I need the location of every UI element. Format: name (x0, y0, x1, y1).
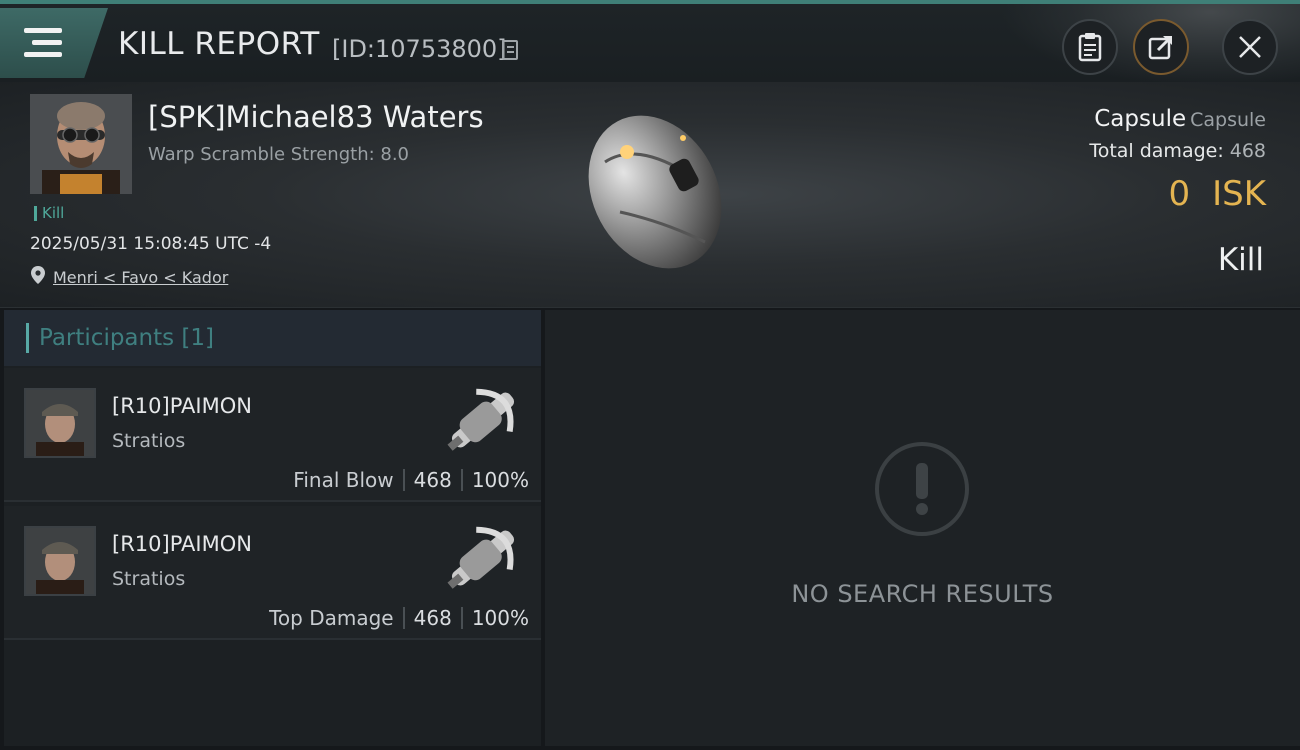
location-pin-icon (31, 266, 45, 284)
total-damage-label: Total damage: (1089, 140, 1224, 162)
participant-portrait-image (26, 390, 94, 456)
victim-name[interactable]: [SPK]Michael83 Waters (148, 100, 484, 134)
top-bar: KILL REPORT [ID:10753800] (0, 0, 1300, 86)
victim-subtitle: Warp Scramble Strength: 8.0 (148, 144, 410, 165)
page-title: KILL REPORT (118, 26, 320, 62)
participant-avatar[interactable] (24, 526, 96, 596)
victim-ship-name: Capsule (1094, 106, 1187, 132)
total-damage: Total damage: 468 (1089, 140, 1266, 162)
clipboard-icon (1078, 33, 1102, 62)
empty-state-badge (875, 442, 969, 536)
participant-ship: Stratios (112, 430, 186, 452)
participant-stats: Final Blow 468 100% (293, 468, 529, 492)
participant-damage: 468 (413, 606, 452, 630)
participants-header-label: Participants [1] (39, 325, 214, 351)
report-id: [ID:10753800] (332, 35, 507, 63)
isk-amount: 0 (1168, 174, 1191, 214)
victim-ship: Capsule Capsule (1094, 106, 1266, 132)
alert-icon (916, 463, 928, 515)
participant-role: Top Damage (269, 606, 394, 630)
participant-stats: Top Damage 468 100% (269, 606, 529, 630)
isk-value: 0 ISK (1168, 174, 1266, 214)
isk-unit: ISK (1212, 174, 1266, 214)
close-button[interactable] (1222, 19, 1278, 75)
divider (402, 469, 405, 491)
results-panel: NO SEARCH RESULTS (545, 310, 1300, 746)
participant-avatar[interactable] (24, 388, 96, 458)
kill-tag: Kill (34, 206, 64, 221)
participant-row[interactable]: [R10]PAIMON Stratios Final Blow 468 100% (4, 368, 541, 502)
participant-ship: Stratios (112, 568, 186, 590)
divider (460, 607, 463, 629)
menu-button[interactable] (0, 8, 108, 78)
empty-state-text: NO SEARCH RESULTS (791, 580, 1054, 608)
participant-name[interactable]: [R10]PAIMON (112, 532, 252, 556)
victim-panel: [SPK]Michael83 Waters Warp Scramble Stre… (0, 82, 1300, 308)
close-icon (1239, 36, 1261, 58)
participant-name[interactable]: [R10]PAIMON (112, 394, 252, 418)
participants-header[interactable]: Participants [1] (4, 310, 541, 366)
menu-icon (24, 28, 62, 58)
share-icon (1148, 35, 1173, 60)
stratios-ship-icon (447, 388, 515, 451)
victim-portrait-image (30, 94, 132, 194)
victim-ship-class: Capsule (1190, 109, 1266, 131)
share-button[interactable] (1133, 19, 1189, 75)
copy-icon[interactable] (502, 40, 518, 60)
kill-result-label: Kill (1217, 242, 1264, 278)
capsule-ship-image (588, 115, 722, 269)
total-damage-value: 468 (1229, 140, 1266, 162)
participant-percent: 100% (471, 606, 529, 630)
kill-datetime: 2025/05/31 15:08:45 UTC -4 (30, 234, 272, 254)
stratios-ship-icon (447, 526, 515, 589)
divider (460, 469, 463, 491)
participant-portrait-image (26, 528, 94, 594)
kill-location-link[interactable]: Menri < Favo < Kador (53, 268, 228, 287)
participant-damage: 468 (413, 468, 452, 492)
participant-row[interactable]: [R10]PAIMON Stratios Top Damage 468 100% (4, 506, 541, 640)
participant-role: Final Blow (293, 468, 394, 492)
participant-percent: 100% (471, 468, 529, 492)
divider (402, 607, 405, 629)
participants-panel: Participants [1] [R10]PAIMON Stratios Fi… (4, 310, 541, 746)
clipboard-button[interactable] (1062, 19, 1118, 75)
victim-avatar[interactable] (30, 94, 132, 194)
